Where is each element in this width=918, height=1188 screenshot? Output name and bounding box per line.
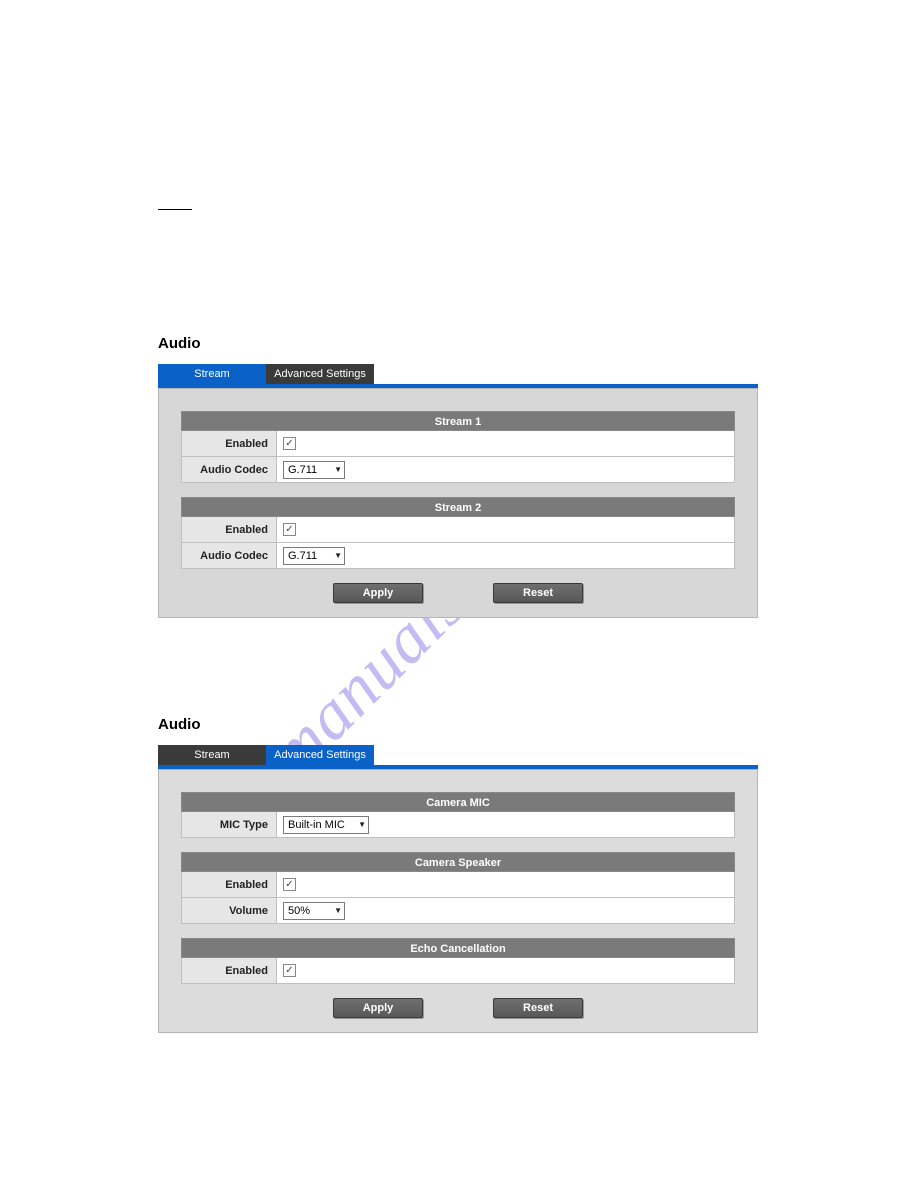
stream2-enabled-row: Enabled ✓	[181, 517, 735, 543]
advanced-settings-panel: Camera MIC MIC Type Built-in MIC Camera …	[158, 769, 758, 1033]
echo-enabled-checkbox[interactable]: ✓	[283, 964, 296, 977]
tab-advanced-settings-2[interactable]: Advanced Settings	[266, 745, 374, 765]
echo-enabled-row: Enabled ✓	[181, 958, 735, 984]
reset-button-2[interactable]: Reset	[493, 998, 583, 1018]
stream2-codec-row: Audio Codec G.711	[181, 543, 735, 569]
audio-advanced-panel: Audio Stream Advanced Settings Camera MI…	[158, 716, 758, 1033]
stream1-group: Stream 1 Enabled ✓ Audio Codec G.711	[181, 411, 735, 483]
stream2-enabled-label: Enabled	[182, 517, 277, 542]
speaker-enabled-row: Enabled ✓	[181, 872, 735, 898]
tabbar-2: Stream Advanced Settings	[158, 745, 758, 765]
tab-advanced-settings[interactable]: Advanced Settings	[266, 364, 374, 384]
stream1-enabled-field: ✓	[277, 431, 734, 456]
stream1-enabled-checkbox[interactable]: ✓	[283, 437, 296, 450]
button-row-2: Apply Reset	[181, 998, 735, 1018]
camera-speaker-header: Camera Speaker	[181, 852, 735, 872]
tab-stream-2[interactable]: Stream	[158, 745, 266, 765]
apply-button-2[interactable]: Apply	[333, 998, 423, 1018]
camera-mic-header: Camera MIC	[181, 792, 735, 812]
speaker-volume-select[interactable]: 50%	[283, 902, 345, 920]
mic-type-select[interactable]: Built-in MIC	[283, 816, 369, 834]
tabbar-1: Stream Advanced Settings	[158, 364, 758, 384]
echo-enabled-field: ✓	[277, 958, 734, 983]
speaker-volume-field: 50%	[277, 898, 734, 923]
stream2-codec-field: G.711	[277, 543, 734, 568]
speaker-enabled-field: ✓	[277, 872, 734, 897]
audio-stream-panel: Audio Stream Advanced Settings Stream 1 …	[158, 335, 758, 618]
speaker-volume-row: Volume 50%	[181, 898, 735, 924]
reset-button[interactable]: Reset	[493, 583, 583, 603]
speaker-enabled-checkbox[interactable]: ✓	[283, 878, 296, 891]
stream2-codec-select[interactable]: G.711	[283, 547, 345, 565]
apply-button[interactable]: Apply	[333, 583, 423, 603]
echo-cancellation-group: Echo Cancellation Enabled ✓	[181, 938, 735, 984]
stream1-codec-label: Audio Codec	[182, 457, 277, 482]
stream2-enabled-field: ✓	[277, 517, 734, 542]
mic-type-row: MIC Type Built-in MIC	[181, 812, 735, 838]
speaker-enabled-label: Enabled	[182, 872, 277, 897]
section-title-audio-1: Audio	[158, 335, 758, 352]
echo-enabled-label: Enabled	[182, 958, 277, 983]
stream2-codec-label: Audio Codec	[182, 543, 277, 568]
stream1-codec-field: G.711	[277, 457, 734, 482]
echo-cancellation-header: Echo Cancellation	[181, 938, 735, 958]
stream2-group: Stream 2 Enabled ✓ Audio Codec G.711	[181, 497, 735, 569]
camera-mic-group: Camera MIC MIC Type Built-in MIC	[181, 792, 735, 838]
stream1-codec-select[interactable]: G.711	[283, 461, 345, 479]
stream-settings-panel: Stream 1 Enabled ✓ Audio Codec G.711 Str…	[158, 388, 758, 618]
stream1-codec-row: Audio Codec G.711	[181, 457, 735, 483]
stream2-enabled-checkbox[interactable]: ✓	[283, 523, 296, 536]
mic-type-label: MIC Type	[182, 812, 277, 837]
mic-type-field: Built-in MIC	[277, 812, 734, 837]
stream2-header: Stream 2	[181, 497, 735, 517]
stream1-header: Stream 1	[181, 411, 735, 431]
stream1-enabled-label: Enabled	[182, 431, 277, 456]
stream1-enabled-row: Enabled ✓	[181, 431, 735, 457]
divider-line	[158, 209, 192, 210]
section-title-audio-2: Audio	[158, 716, 758, 733]
camera-speaker-group: Camera Speaker Enabled ✓ Volume 50%	[181, 852, 735, 924]
speaker-volume-label: Volume	[182, 898, 277, 923]
button-row-1: Apply Reset	[181, 583, 735, 603]
tab-stream[interactable]: Stream	[158, 364, 266, 384]
